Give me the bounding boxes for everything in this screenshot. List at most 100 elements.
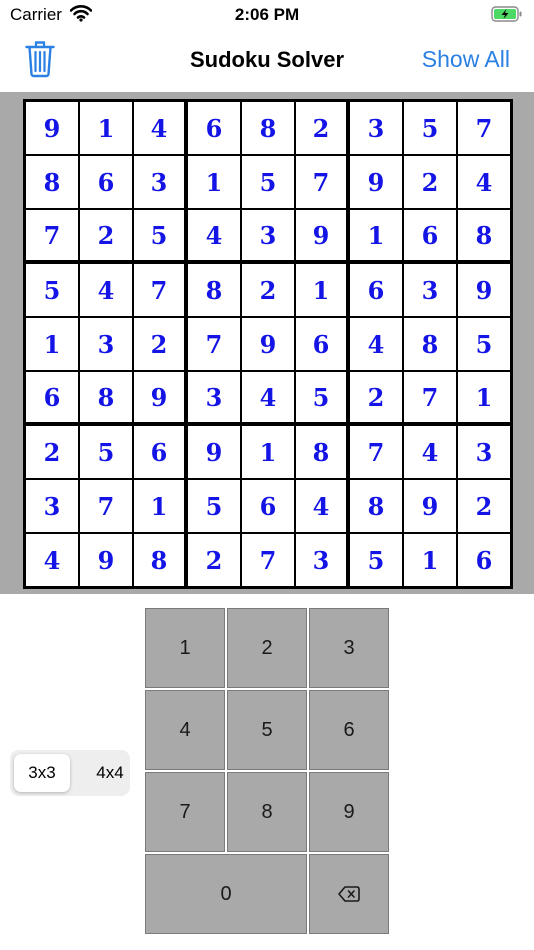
sudoku-cell-r2-c3[interactable]: 3 [134,156,184,208]
sudoku-cell-r9-c1[interactable]: 4 [26,534,78,586]
key-8[interactable]: 8 [227,772,307,852]
sudoku-cell-r2-c2[interactable]: 6 [80,156,132,208]
sudoku-cell-r1-c9[interactable]: 7 [458,102,510,154]
sudoku-cell-r6-c2[interactable]: 8 [80,372,132,422]
key-2[interactable]: 2 [227,608,307,688]
sudoku-cell-r8-c1[interactable]: 3 [26,480,78,532]
key-6[interactable]: 6 [309,690,389,770]
delete-key[interactable] [309,854,389,934]
sudoku-cell-r9-c7[interactable]: 5 [350,534,402,586]
sudoku-cell-r5-c4[interactable]: 7 [188,318,240,370]
board-area: 9146823578631579247254391685478216391327… [0,92,534,594]
sudoku-cell-r3-c7[interactable]: 1 [350,210,402,260]
key-3[interactable]: 3 [309,608,389,688]
sudoku-cell-r9-c5[interactable]: 7 [242,534,294,586]
sudoku-cell-r4-c5[interactable]: 2 [242,264,294,316]
sudoku-cell-r3-c9[interactable]: 8 [458,210,510,260]
battery-charging-icon [491,6,522,22]
sudoku-cell-r4-c9[interactable]: 9 [458,264,510,316]
sudoku-cell-r2-c7[interactable]: 9 [350,156,402,208]
sudoku-cell-r2-c1[interactable]: 8 [26,156,78,208]
sudoku-cell-r1-c5[interactable]: 8 [242,102,294,154]
sudoku-cell-r9-c3[interactable]: 8 [134,534,184,586]
sudoku-cell-r1-c7[interactable]: 3 [350,102,402,154]
sudoku-cell-r9-c4[interactable]: 2 [188,534,240,586]
sudoku-cell-r6-c1[interactable]: 6 [26,372,78,422]
key-5[interactable]: 5 [227,690,307,770]
sudoku-cell-r9-c2[interactable]: 9 [80,534,132,586]
sudoku-cell-r7-c4[interactable]: 9 [188,426,240,478]
sudoku-cell-r6-c7[interactable]: 2 [350,372,402,422]
sudoku-cell-r6-c5[interactable]: 4 [242,372,294,422]
sudoku-cell-r8-c7[interactable]: 8 [350,480,402,532]
sudoku-cell-r3-c8[interactable]: 6 [404,210,456,260]
sudoku-cell-r3-c4[interactable]: 4 [188,210,240,260]
sudoku-cell-r2-c4[interactable]: 1 [188,156,240,208]
sudoku-cell-r6-c3[interactable]: 9 [134,372,184,422]
sudoku-cell-r3-c2[interactable]: 2 [80,210,132,260]
sudoku-cell-r7-c3[interactable]: 6 [134,426,184,478]
sudoku-cell-r1-c6[interactable]: 2 [296,102,346,154]
sudoku-cell-r8-c4[interactable]: 5 [188,480,240,532]
sudoku-cell-r7-c7[interactable]: 7 [350,426,402,478]
sudoku-cell-r8-c6[interactable]: 4 [296,480,346,532]
sudoku-cell-r4-c7[interactable]: 6 [350,264,402,316]
sudoku-cell-r8-c3[interactable]: 1 [134,480,184,532]
sudoku-cell-r5-c6[interactable]: 6 [296,318,346,370]
sudoku-cell-r7-c6[interactable]: 8 [296,426,346,478]
sudoku-cell-r7-c5[interactable]: 1 [242,426,294,478]
sudoku-cell-r2-c9[interactable]: 4 [458,156,510,208]
sudoku-cell-r4-c1[interactable]: 5 [26,264,78,316]
sudoku-cell-r3-c1[interactable]: 7 [26,210,78,260]
sudoku-cell-r5-c2[interactable]: 3 [80,318,132,370]
sudoku-cell-r9-c9[interactable]: 6 [458,534,510,586]
sudoku-cell-r5-c5[interactable]: 9 [242,318,294,370]
sudoku-cell-r7-c8[interactable]: 4 [404,426,456,478]
key-4[interactable]: 4 [145,690,225,770]
sudoku-cell-r2-c8[interactable]: 2 [404,156,456,208]
key-9[interactable]: 9 [309,772,389,852]
sudoku-cell-r4-c4[interactable]: 8 [188,264,240,316]
key-1[interactable]: 1 [145,608,225,688]
status-bar: Carrier 2:06 PM [0,0,534,30]
size-option-4x4[interactable]: 4x4 [82,754,138,792]
sudoku-cell-r5-c8[interactable]: 8 [404,318,456,370]
sudoku-cell-r8-c8[interactable]: 9 [404,480,456,532]
size-option-3x3[interactable]: 3x3 [14,754,70,792]
sudoku-cell-r7-c1[interactable]: 2 [26,426,78,478]
sudoku-cell-r7-c9[interactable]: 3 [458,426,510,478]
key-0[interactable]: 0 [145,854,307,934]
sudoku-board: 9146823578631579247254391685478216391327… [23,99,513,589]
key-7[interactable]: 7 [145,772,225,852]
sudoku-cell-r8-c9[interactable]: 2 [458,480,510,532]
sudoku-cell-r5-c9[interactable]: 5 [458,318,510,370]
sudoku-cell-r2-c6[interactable]: 7 [296,156,346,208]
sudoku-cell-r9-c6[interactable]: 3 [296,534,346,586]
sudoku-cell-r4-c8[interactable]: 3 [404,264,456,316]
sudoku-cell-r1-c2[interactable]: 1 [80,102,132,154]
sudoku-cell-r5-c1[interactable]: 1 [26,318,78,370]
sudoku-cell-r9-c8[interactable]: 1 [404,534,456,586]
sudoku-cell-r3-c6[interactable]: 9 [296,210,346,260]
sudoku-cell-r6-c8[interactable]: 7 [404,372,456,422]
sudoku-cell-r1-c4[interactable]: 6 [188,102,240,154]
sudoku-cell-r4-c3[interactable]: 7 [134,264,184,316]
sudoku-cell-r1-c1[interactable]: 9 [26,102,78,154]
sudoku-cell-r4-c2[interactable]: 4 [80,264,132,316]
sudoku-cell-r6-c6[interactable]: 5 [296,372,346,422]
show-all-button[interactable]: Show All [422,46,510,73]
sudoku-cell-r3-c3[interactable]: 5 [134,210,184,260]
sudoku-cell-r5-c3[interactable]: 2 [134,318,184,370]
number-keypad: 1 2 3 4 5 6 7 8 9 0 [145,608,389,936]
sudoku-cell-r1-c3[interactable]: 4 [134,102,184,154]
sudoku-cell-r1-c8[interactable]: 5 [404,102,456,154]
sudoku-cell-r8-c2[interactable]: 7 [80,480,132,532]
sudoku-cell-r3-c5[interactable]: 3 [242,210,294,260]
sudoku-cell-r6-c9[interactable]: 1 [458,372,510,422]
sudoku-cell-r7-c2[interactable]: 5 [80,426,132,478]
sudoku-cell-r5-c7[interactable]: 4 [350,318,402,370]
sudoku-cell-r4-c6[interactable]: 1 [296,264,346,316]
sudoku-cell-r8-c5[interactable]: 6 [242,480,294,532]
sudoku-cell-r2-c5[interactable]: 5 [242,156,294,208]
sudoku-cell-r6-c4[interactable]: 3 [188,372,240,422]
